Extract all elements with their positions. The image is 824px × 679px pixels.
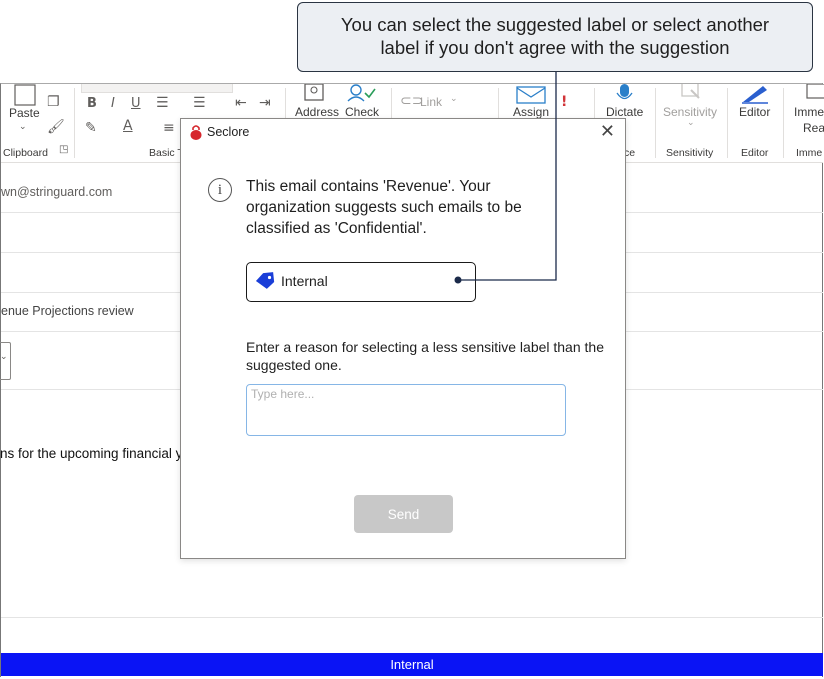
seclore-logo-icon bbox=[190, 125, 202, 140]
immersive-group-label: Imme bbox=[796, 147, 823, 159]
format-painter-icon[interactable]: 🖌 bbox=[47, 119, 65, 135]
chevron-down-icon: ⌄ bbox=[687, 118, 695, 128]
sensitivity-button[interactable]: Sensitivity ⌄ bbox=[661, 84, 723, 136]
separator bbox=[783, 88, 784, 158]
address-book-icon bbox=[304, 84, 324, 101]
font-box[interactable] bbox=[81, 84, 233, 93]
body-divider bbox=[1, 578, 823, 618]
editor-button[interactable]: Editor bbox=[735, 84, 779, 120]
close-icon[interactable]: ✕ bbox=[600, 121, 615, 143]
callout-line-1: You can select the suggested label or se… bbox=[340, 14, 770, 35]
status-bar-label: Internal bbox=[390, 657, 434, 672]
immersive-reader-button[interactable]: Imme Rea bbox=[791, 84, 824, 136]
reason-prompt: Enter a reason for selecting a less sens… bbox=[246, 339, 604, 373]
dictate-label: Dictate bbox=[606, 105, 644, 119]
clipboard-group-label: Clipboard bbox=[3, 147, 48, 159]
highlight-icon[interactable]: ✎ bbox=[85, 120, 97, 136]
chevron-down-icon: ⌄ bbox=[0, 352, 8, 362]
editor-label: Editor bbox=[739, 105, 771, 119]
italic-icon[interactable]: I bbox=[111, 96, 115, 111]
immersive-label-1: Imme bbox=[794, 105, 824, 119]
reason-input[interactable] bbox=[246, 384, 566, 436]
editor-icon bbox=[742, 86, 768, 104]
chevron-down-icon: ⌄ bbox=[19, 122, 27, 132]
separator bbox=[727, 88, 728, 158]
increase-indent-icon[interactable]: ⇥ bbox=[259, 95, 271, 111]
paste-icon bbox=[14, 84, 36, 106]
bullets-icon[interactable]: ☰ bbox=[156, 95, 169, 111]
microphone-icon bbox=[616, 84, 633, 100]
check-names-button[interactable]: Check bbox=[343, 84, 383, 120]
chevron-down-icon: ⌄ bbox=[450, 94, 458, 104]
assign-label: Assign bbox=[513, 105, 550, 119]
font-color-icon[interactable]: A bbox=[123, 118, 133, 134]
separator bbox=[655, 88, 656, 158]
copy-icon[interactable]: ❐ bbox=[47, 94, 60, 110]
separator bbox=[74, 88, 75, 158]
dialog-title: Seclore bbox=[207, 125, 250, 139]
numbering-icon[interactable]: ☰ bbox=[193, 95, 206, 111]
sensitivity-status-bar: Internal bbox=[1, 653, 823, 676]
decrease-indent-icon[interactable]: ⇤ bbox=[235, 95, 247, 111]
email-body[interactable]: ns for the upcoming financial y bbox=[0, 446, 182, 461]
align-icon[interactable]: ≡ bbox=[163, 120, 175, 136]
dictate-button[interactable]: Dictate bbox=[603, 84, 647, 120]
assign-policy-button[interactable]: Assign bbox=[509, 84, 553, 120]
address-book-button[interactable]: Address bbox=[293, 84, 339, 120]
sensitivity-label: Sensitivity bbox=[663, 105, 718, 119]
instruction-callout: You can select the suggested label or se… bbox=[297, 2, 813, 72]
immersive-reader-icon bbox=[806, 84, 824, 99]
info-icon: i bbox=[208, 178, 232, 202]
link-label: Link bbox=[420, 95, 443, 109]
sensitivity-label-dropdown[interactable]: Internal ⌄ bbox=[246, 262, 476, 302]
underline-icon[interactable]: U bbox=[131, 96, 141, 111]
bold-icon[interactable]: B bbox=[87, 96, 97, 111]
paste-button[interactable]: Paste ⌄ bbox=[7, 84, 43, 140]
sensitivity-icon bbox=[681, 84, 700, 99]
selected-label: Internal bbox=[281, 273, 328, 289]
from-field[interactable]: wn@stringuard.com bbox=[1, 185, 112, 199]
subject-field[interactable]: enue Projections review bbox=[1, 304, 134, 318]
sensitivity-group-label: Sensitivity bbox=[666, 147, 714, 159]
check-names-icon bbox=[347, 84, 376, 102]
address-label: Address bbox=[295, 105, 340, 119]
chevron-down-icon: ⌄ bbox=[452, 271, 463, 285]
dialog-launcher-icon[interactable]: ◳ bbox=[59, 144, 68, 155]
suggestion-message: This email contains 'Revenue'. Your orga… bbox=[246, 178, 522, 237]
send-button[interactable]: Send bbox=[354, 495, 453, 533]
check-label: Check bbox=[345, 105, 380, 119]
assign-policy-icon bbox=[516, 86, 546, 104]
importance-high-icon[interactable]: ! bbox=[561, 94, 567, 110]
callout-line-2: label if you don't agree with the sugges… bbox=[380, 37, 730, 58]
editor-group-label: Editor bbox=[741, 147, 769, 159]
immersive-label-2: Rea bbox=[803, 121, 824, 135]
seclore-dialog: Seclore ✕ i This email contains 'Revenue… bbox=[180, 118, 626, 559]
tag-icon bbox=[255, 272, 275, 289]
paste-label: Paste bbox=[9, 106, 40, 120]
